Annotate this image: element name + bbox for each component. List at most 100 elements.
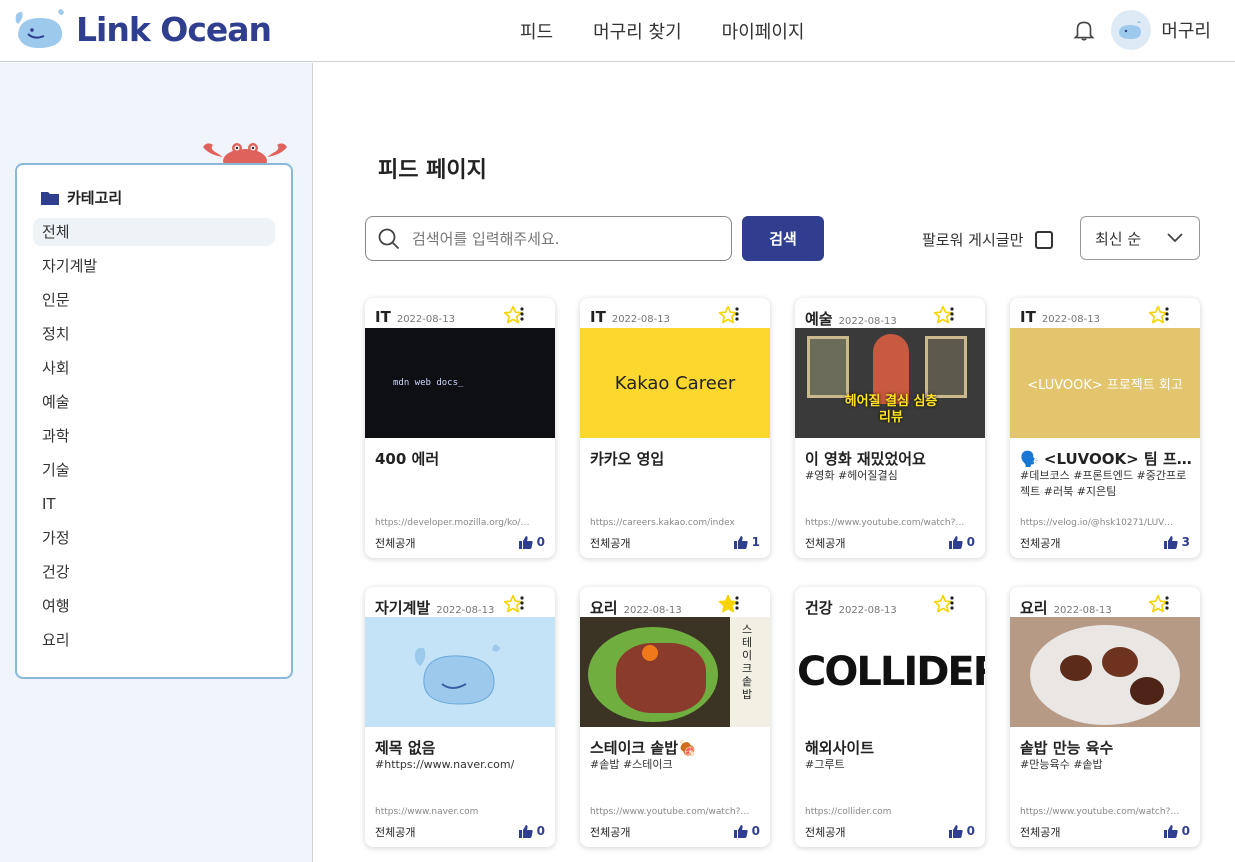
feed-card[interactable]: 요리 2022-08-13 솥밥 만능 육수 #만능육수 #솥밥 https://www… [1010,587,1200,847]
more-menu-icon[interactable] [730,306,744,322]
card-thumbnail[interactable]: 스테이크 솥밥 [580,617,770,727]
sidebar-item-1[interactable]: 자기계발 [33,252,275,286]
thumbs-up-icon[interactable] [733,535,748,549]
thumbs-up-icon[interactable] [733,824,748,838]
card-like[interactable]: 3 [1163,535,1190,549]
feed-card[interactable]: 자기계발 2022-08-13 제목 없음 #https://www.naver.co… [365,587,555,847]
card-tags: #그루트 [805,758,845,771]
card-title[interactable]: 카카오 영입 [590,448,765,469]
search-input[interactable] [412,229,712,248]
card-url[interactable]: https://velog.io/@hsk10271/LUVOOK [1020,518,1180,528]
card-like[interactable]: 0 [518,535,545,549]
feed-card[interactable]: IT 2022-08-13 mdn web docs_ 400 에러 https://d… [365,298,555,558]
card-like[interactable]: 1 [733,535,760,549]
card-date: 2022-08-13 [838,605,897,616]
sidebar-item-6[interactable]: 과학 [33,422,275,456]
thumbs-up-icon[interactable] [948,535,963,549]
more-menu-icon[interactable] [730,595,744,611]
card-like[interactable]: 0 [948,535,975,549]
feed-card[interactable]: IT 2022-08-13 <LUVOOK> 프로젝트 회고 🗣️ <LUVOOK> … [1010,298,1200,558]
more-menu-icon[interactable] [945,595,959,611]
username[interactable]: 머구리 [1161,17,1211,43]
sidebar-item-4[interactable]: 사회 [33,354,275,388]
sort-dropdown[interactable]: 최신 순 [1080,216,1200,260]
follow-filter-label: 팔로워 게시글만 [922,231,1024,249]
feed-card[interactable]: 요리 2022-08-13 스테이크 솥밥 스테이크 솥밥🍖 #솥밥 #스테이크 http… [580,587,770,847]
feed-card[interactable]: IT 2022-08-13 Kakao Career 카카오 영입 https://ca… [580,298,770,558]
card-title[interactable]: 🗣️ <LUVOOK> 팀 프로젝트 회고 [1020,448,1195,469]
card-image-text: 스테이크 솥밥 [742,623,753,701]
card-thumbnail[interactable]: Kakao Career [580,328,770,438]
thumbs-up-icon[interactable] [1163,535,1178,549]
card-visibility: 전체공개 [590,537,631,550]
card-header: IT 2022-08-13 [580,298,770,328]
card-visibility: 전체공개 [1020,826,1061,839]
follow-checkbox[interactable] [1035,230,1054,249]
like-count: 3 [1181,535,1190,549]
card-category-label: 요리 [590,599,618,617]
category-list: 전체자기계발 인문 정치 사회 예술 과학 기술 IT 가정 건강 여행 요리 [33,218,275,660]
more-menu-icon[interactable] [1160,306,1174,322]
card-title[interactable]: 스테이크 솥밥🍖 [590,737,765,758]
sidebar-item-12[interactable]: 요리 [33,626,275,660]
thumbs-up-icon[interactable] [1163,824,1178,838]
card-url[interactable]: https://www.youtube.com/watch?v=xxxx [590,807,750,817]
card-url[interactable]: https://www.youtube.com/watch?v=xxxx [1020,807,1180,817]
sidebar-item-8[interactable]: IT [33,490,275,524]
more-menu-icon[interactable] [515,306,529,322]
thumbs-up-icon[interactable] [518,535,533,549]
more-menu-icon[interactable] [945,306,959,322]
sidebar-item-9[interactable]: 가정 [33,524,275,558]
card-thumbnail[interactable] [365,617,555,727]
card-title[interactable]: 400 에러 [375,448,550,469]
card-url[interactable]: https://careers.kakao.com/index [590,518,750,528]
card-header: IT 2022-08-13 [1010,298,1200,328]
nav-mypage[interactable]: 마이페이지 [722,18,805,44]
card-thumbnail[interactable]: <LUVOOK> 프로젝트 회고 [1010,328,1200,438]
card-title[interactable]: 제목 없음 [375,737,550,758]
nav-find-mergoori[interactable]: 머구리 찾기 [593,18,682,44]
card-thumbnail[interactable]: mdn web docs_ [365,328,555,438]
sidebar-item-2[interactable]: 인문 [33,286,275,320]
card-title[interactable]: 해외사이트 [805,737,980,758]
like-count: 0 [536,824,545,838]
sidebar-item-3[interactable]: 정치 [33,320,275,354]
avatar[interactable] [1111,10,1152,50]
logo[interactable]: Link Ocean [14,6,272,52]
card-url[interactable]: https://collider.com [805,807,965,817]
card-url[interactable]: https://www.youtube.com/watch?v=xxxx [805,518,965,528]
nav-feed[interactable]: 피드 [520,18,553,44]
sidebar-item-7[interactable]: 기술 [33,456,275,490]
card-url[interactable]: https://developer.mozilla.org/ko/docs/We… [375,518,535,528]
card-like[interactable]: 0 [948,824,975,838]
sidebar-item-5[interactable]: 예술 [33,388,275,422]
more-menu-icon[interactable] [1160,595,1174,611]
card-visibility: 전체공개 [375,537,416,550]
card-thumbnail[interactable]: 헤어질 결심 심층 리뷰 [795,328,985,438]
card-category: 예술 2022-08-13 [805,308,897,329]
search-button[interactable]: 검색 [742,216,824,261]
feed-card[interactable]: 건강 2022-08-13 COLLIDER 해외사이트 #그루트 https://col… [795,587,985,847]
card-header: 건강 2022-08-13 [795,587,985,617]
sidebar-item-11[interactable]: 여행 [33,592,275,626]
logo-text: Link Ocean [76,9,272,49]
sidebar-item-10[interactable]: 건강 [33,558,275,592]
card-thumbnail[interactable]: COLLIDER [795,617,985,727]
card-like[interactable]: 0 [518,824,545,838]
follow-filter[interactable]: 팔로워 게시글만 [922,229,1054,250]
thumbs-up-icon[interactable] [518,824,533,838]
card-title[interactable]: 솥밥 만능 육수 [1020,737,1195,758]
sidebar-item-0[interactable]: 전체 [33,218,275,246]
card-url[interactable]: https://www.naver.com [375,807,535,817]
feed-card[interactable]: 예술 2022-08-13 헤어질 결심 심층 리뷰 이 영화 재밌었어요 #영화 #헤… [795,298,985,558]
card-like[interactable]: 0 [733,824,760,838]
card-image-text: Kakao Career [614,372,736,394]
more-menu-icon[interactable] [515,595,529,611]
card-image-text: COLLIDER [797,649,985,695]
card-date: 2022-08-13 [1053,605,1112,616]
card-like[interactable]: 0 [1163,824,1190,838]
bell-icon[interactable] [1071,17,1097,43]
card-thumbnail[interactable] [1010,617,1200,727]
card-title[interactable]: 이 영화 재밌었어요 [805,448,980,469]
thumbs-up-icon[interactable] [948,824,963,838]
